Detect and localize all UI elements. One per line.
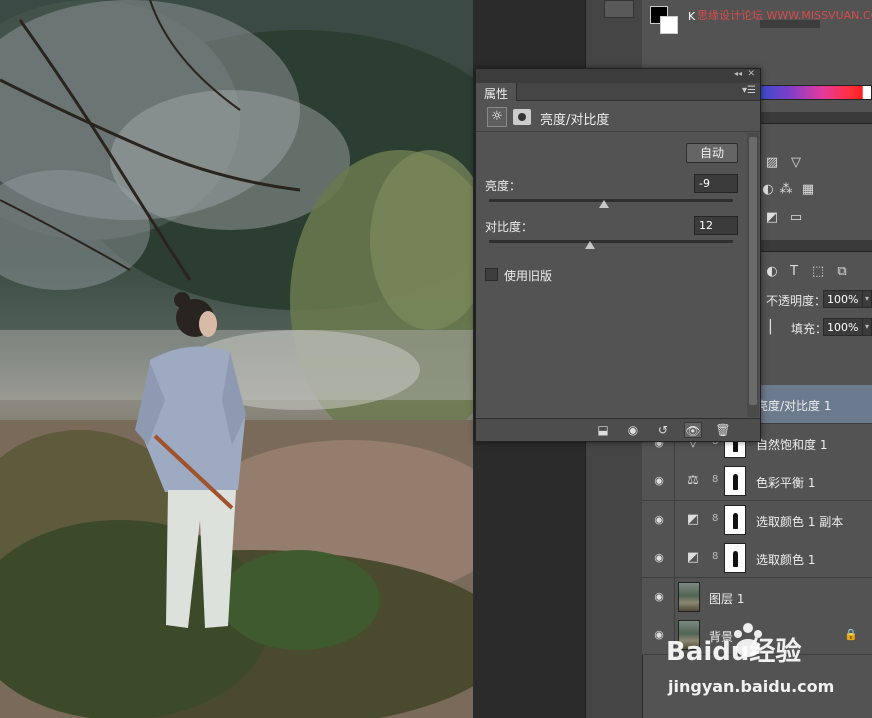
panel-menu-icon[interactable]: ▾☰ [742, 85, 756, 96]
properties-scrollbar[interactable] [747, 133, 759, 417]
opacity-dropdown-arrow[interactable]: ▾ [862, 290, 872, 308]
selective-color-icon: ◩ [686, 511, 700, 527]
properties-tab-bar: 属性 ▾☰ [476, 83, 760, 101]
background-color-swatch[interactable] [660, 16, 678, 34]
selective-color-icon[interactable]: ▭ [788, 210, 804, 226]
contrast-slider-handle[interactable] [584, 241, 595, 249]
toggle-visibility-icon[interactable]: 👁 [684, 422, 702, 438]
brightness-slider-handle[interactable] [598, 200, 609, 208]
use-legacy-checkbox[interactable] [485, 268, 498, 281]
close-panel-icon[interactable]: ✕ [747, 69, 755, 79]
brightness-label: 亮度： [485, 179, 522, 193]
color-lookup-icon[interactable]: ▦ [800, 182, 816, 198]
visibility-column[interactable]: ◉ [642, 500, 675, 540]
layer-name: 图层 1 [709, 591, 745, 606]
contrast-label: 对比度： [485, 220, 534, 234]
reset-icon[interactable]: ↺ [654, 422, 672, 438]
layer-name: 色彩平衡 1 [756, 476, 816, 490]
layer-row[interactable]: ◉ ◩ 8 选取颜色 1 [642, 539, 872, 578]
layer-name: 自然饱和度 1 [756, 437, 828, 452]
brightness-icon[interactable]: ☼ [487, 107, 507, 127]
color-balance-icon[interactable]: ◐ [760, 182, 776, 198]
eye-icon[interactable]: ◉ [652, 551, 666, 565]
document-canvas[interactable] [0, 0, 473, 718]
layer-row[interactable]: ◉ ◩ 8 选取颜色 1 副本 [642, 500, 872, 540]
layer-row[interactable]: ◉ ⚖ 8 色彩平衡 1 [642, 462, 872, 501]
smart-object-filter-icon[interactable]: ⧉ [834, 264, 850, 280]
shape-filter-icon[interactable]: ⬚ [810, 264, 826, 280]
baidu-logo-watermark: Baidu经验 [666, 623, 801, 667]
layer-mask-icon[interactable] [513, 109, 531, 125]
tab-properties[interactable]: 属性 [476, 83, 518, 101]
curves-icon[interactable]: ▨ [764, 155, 780, 171]
fill-label: 填充： [791, 322, 828, 336]
properties-scrollbar-thumb[interactable] [749, 137, 757, 405]
lock-icon: 🔒 [844, 628, 858, 641]
properties-header: ☼ 亮度/对比度 [476, 102, 760, 132]
contrast-slider-track[interactable] [489, 240, 733, 243]
selective-color-icon: ◩ [686, 550, 700, 565]
layer-mask-thumbnail[interactable] [724, 466, 746, 496]
visibility-column[interactable]: ◉ [642, 577, 675, 617]
properties-footer: ⬓ ◉ ↺ 👁 🗑 [476, 418, 760, 441]
collapse-panel-icon[interactable]: ◂◂ [734, 69, 742, 78]
link-icon[interactable]: 8 [712, 474, 722, 485]
balance-scale-icon: ⚖ [687, 473, 699, 488]
opacity-field[interactable]: 100% [823, 290, 863, 308]
panel-strip-button[interactable] [604, 0, 634, 18]
opacity-label: 不透明度： [766, 294, 827, 308]
layers-tab-bar [760, 240, 872, 252]
layer-mask-thumbnail[interactable] [724, 504, 746, 535]
visibility-column[interactable]: ◉ [642, 462, 675, 501]
adjustments-panel: ▨ ▽ ◐ ⁂ ▦ ◩ ▭ [760, 150, 872, 235]
eye-icon[interactable]: ◉ [652, 590, 666, 604]
properties-panel: ◂◂ ✕ 属性 ▾☰ ☼ 亮度/对比度 自动 亮度： -9 对比度： 12 使用… [475, 68, 761, 442]
link-icon[interactable]: 8 [712, 513, 722, 524]
layer-name: 亮度/对比度 1 [756, 399, 832, 413]
brightness-slider-track[interactable] [489, 199, 733, 202]
clip-to-layer-icon[interactable]: ⬓ [594, 422, 612, 438]
use-legacy-label: 使用旧版 [504, 269, 553, 283]
view-previous-state-icon[interactable]: ◉ [624, 422, 642, 438]
channel-mixer-icon[interactable]: ⁂ [778, 182, 794, 198]
adjustment-filter-icon[interactable]: ◐ [764, 264, 780, 280]
fill-field[interactable]: 100% [823, 318, 863, 336]
site-watermark: 思缘设计论坛 WWW.MISSVUAN.COM [697, 9, 872, 22]
link-icon[interactable]: 8 [712, 551, 722, 562]
color-k-label: K [688, 10, 696, 23]
eye-icon[interactable]: ◉ [652, 474, 666, 488]
fill-dropdown-arrow[interactable]: ▾ [862, 318, 872, 336]
layers-panel-header: ◐ T ⬚ ⧉ 不透明度： 100% ▾ ▕ 填充： 100% ▾ [760, 258, 872, 340]
baidu-url-watermark: jingyan.baidu.com [668, 677, 835, 696]
layer-row[interactable]: ◉ 图层 1 [642, 577, 872, 617]
color-ramp[interactable] [760, 85, 872, 100]
eye-icon[interactable]: ◉ [652, 513, 666, 527]
properties-titlebar[interactable]: ◂◂ ✕ [476, 69, 760, 83]
visibility-column[interactable]: ◉ [642, 539, 675, 578]
delete-adjustment-icon[interactable]: 🗑 [714, 422, 732, 438]
baidu-logo-text: Baidu经验 [666, 636, 801, 667]
gradient-map-icon[interactable]: ◩ [764, 210, 780, 226]
type-filter-icon[interactable]: T [786, 264, 802, 280]
adjustments-tab-bar [760, 112, 872, 124]
adjustment-title: 亮度/对比度 [540, 113, 610, 128]
contrast-value-field[interactable]: 12 [694, 216, 738, 235]
auto-button[interactable]: 自动 [686, 143, 738, 163]
photoshop-workspace: K ▨ ▽ ◐ ⁂ ▦ ◩ ▭ ◐ T ⬚ ⧉ 不透明度： 100% ▾ ▕ 填… [0, 0, 872, 718]
brightness-value-field[interactable]: -9 [694, 174, 738, 193]
layer-name: 选取颜色 1 副本 [756, 514, 844, 529]
layer-mask-thumbnail[interactable] [724, 543, 746, 573]
layer-thumbnail [678, 581, 700, 612]
exposure-icon[interactable]: ▽ [788, 155, 804, 171]
layer-name: 选取颜色 1 [756, 553, 816, 567]
photo-scene [0, 0, 473, 718]
